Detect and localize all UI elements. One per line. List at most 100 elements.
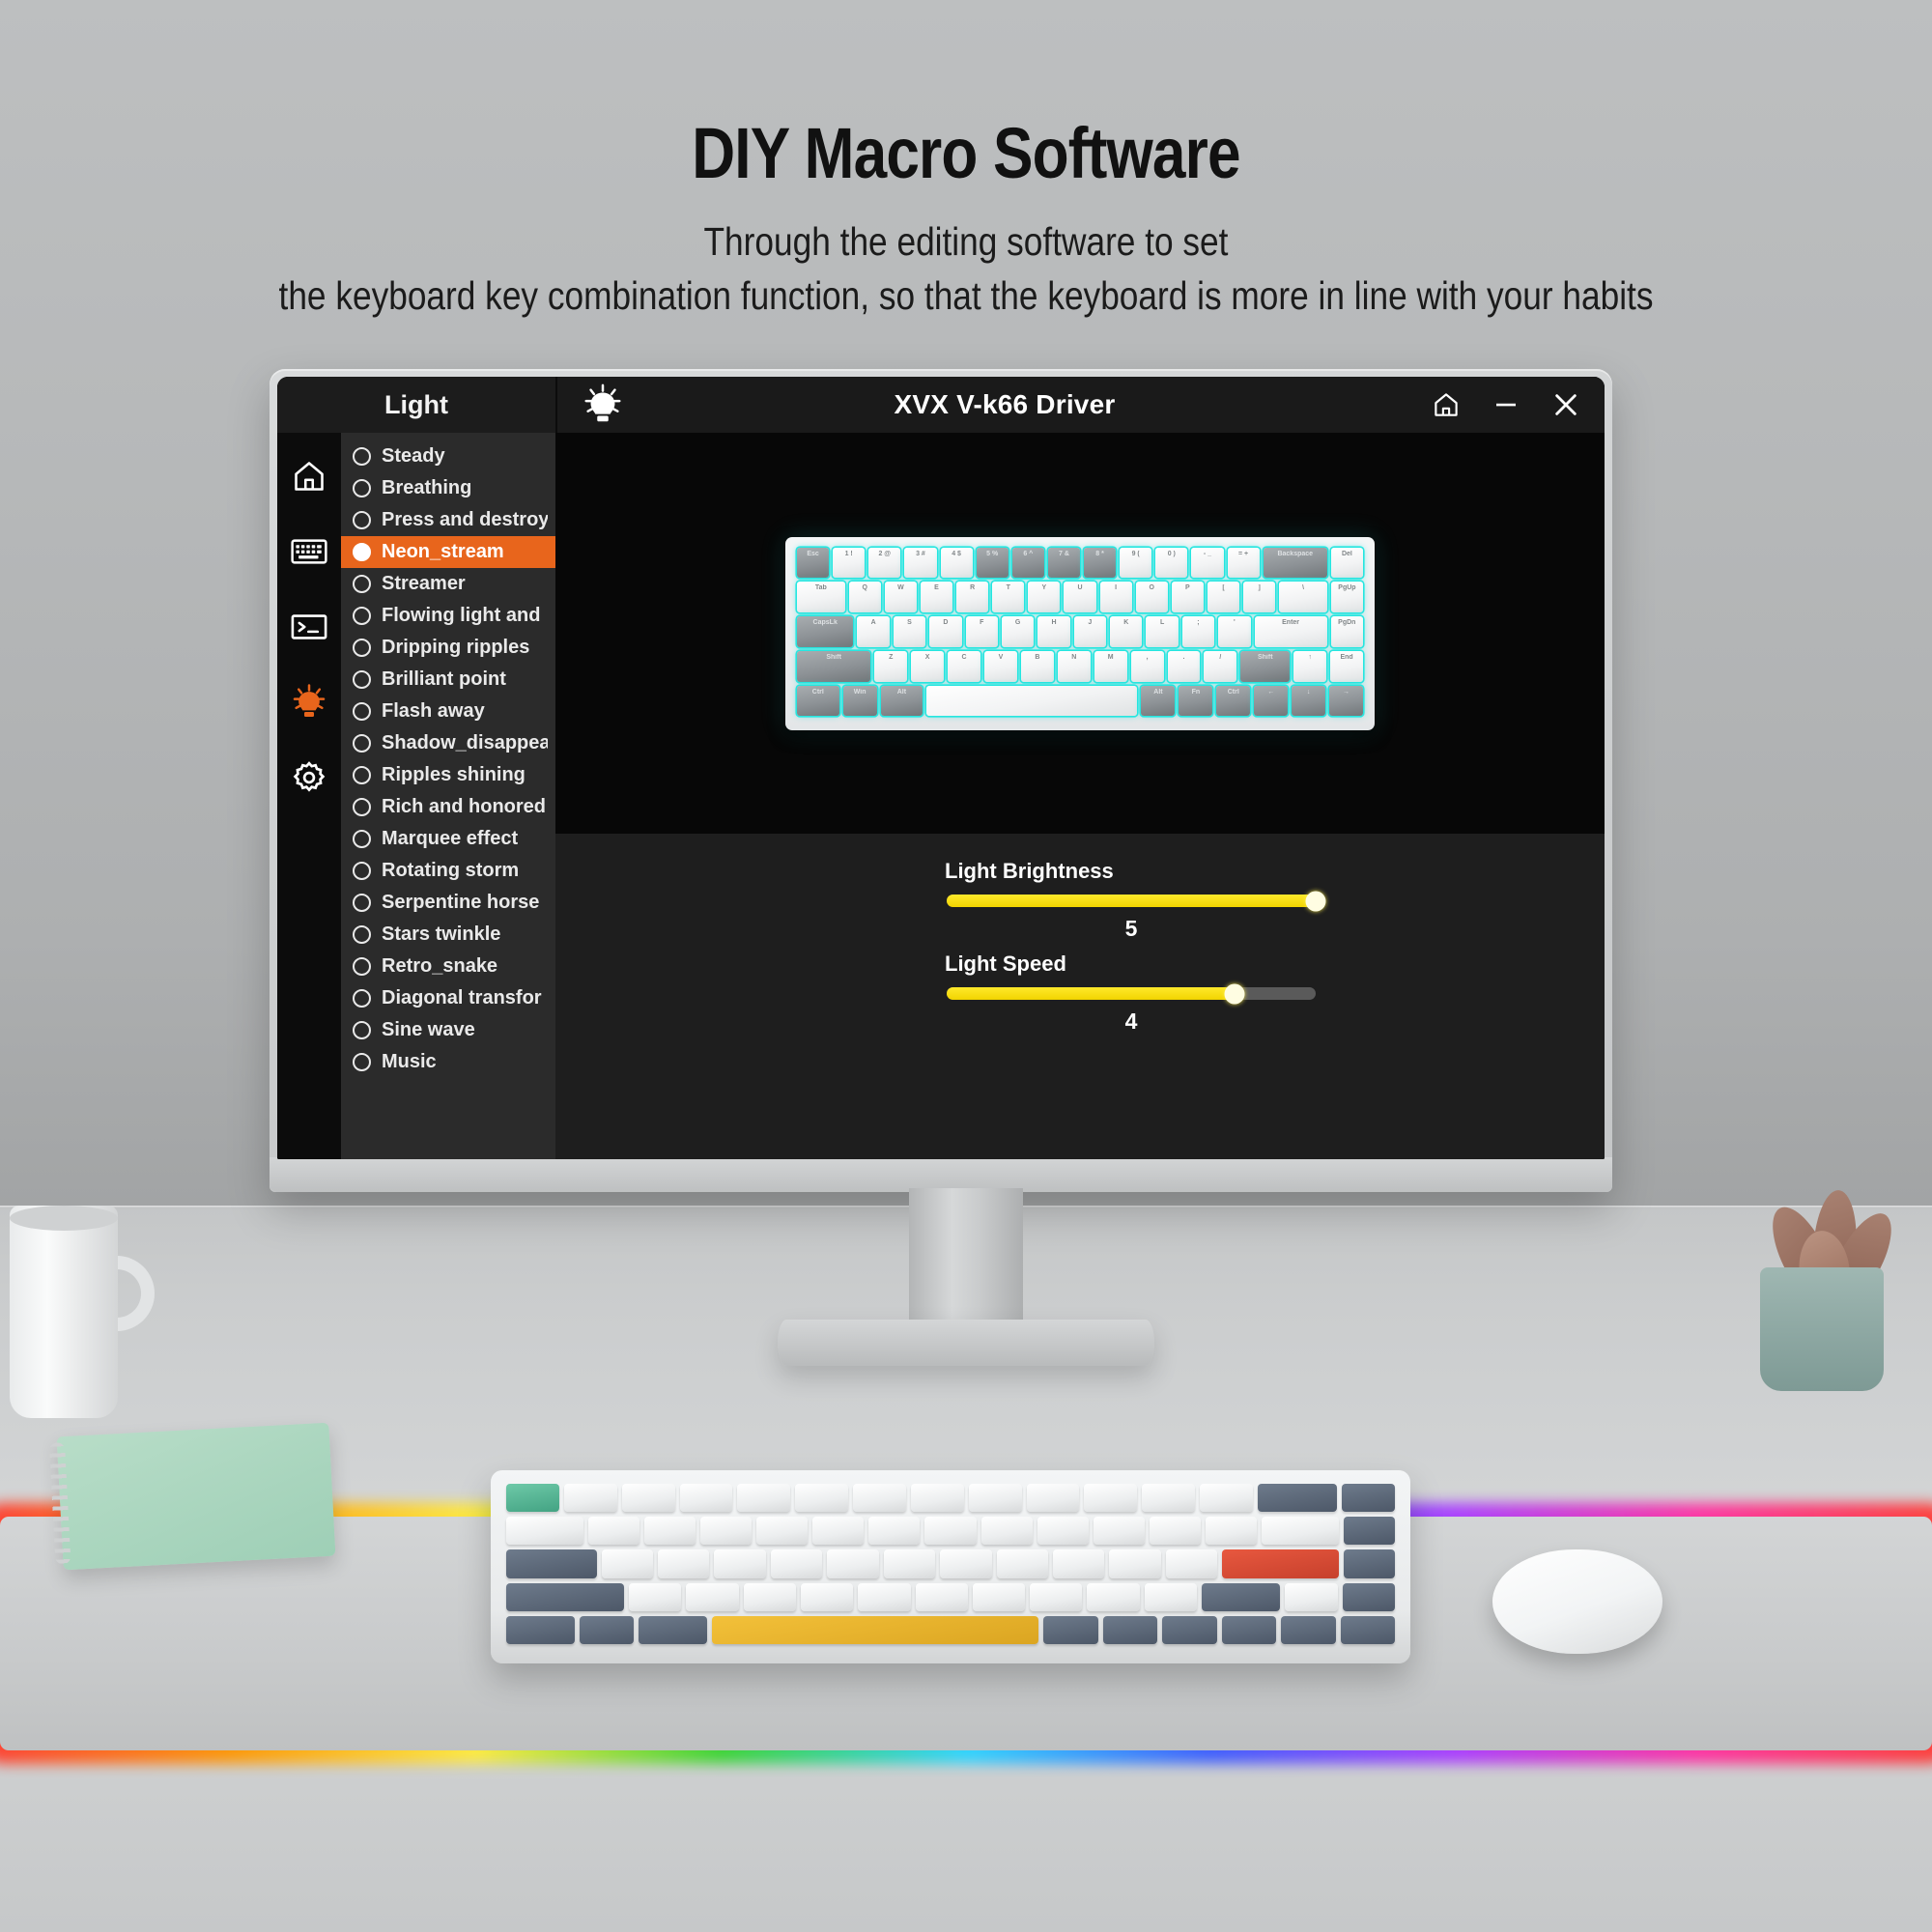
preview-key[interactable]: Del bbox=[1330, 547, 1363, 579]
radio-icon[interactable] bbox=[353, 447, 371, 466]
preview-key[interactable]: U bbox=[1064, 582, 1096, 613]
preview-key[interactable]: / bbox=[1204, 650, 1237, 682]
preview-key[interactable]: \ bbox=[1279, 582, 1327, 613]
preview-key[interactable]: S bbox=[893, 616, 926, 647]
preview-key[interactable]: 3 # bbox=[904, 547, 937, 579]
rail-home[interactable] bbox=[287, 454, 331, 498]
mode-row[interactable]: Diagonal transfor bbox=[341, 982, 555, 1014]
radio-icon[interactable] bbox=[353, 639, 371, 657]
panel-tab-light[interactable]: Light bbox=[277, 377, 555, 433]
preview-key[interactable]: Esc bbox=[797, 547, 830, 579]
preview-key[interactable]: Z bbox=[874, 650, 908, 682]
preview-key[interactable]: ← bbox=[1254, 685, 1289, 717]
preview-key[interactable]: Tab bbox=[797, 582, 845, 613]
preview-key[interactable]: ' bbox=[1218, 616, 1251, 647]
preview-key[interactable]: X bbox=[911, 650, 945, 682]
radio-icon[interactable] bbox=[353, 1053, 371, 1071]
mode-row[interactable]: Streamer bbox=[341, 568, 555, 600]
preview-key[interactable]: Y bbox=[1028, 582, 1061, 613]
preview-key[interactable]: ; bbox=[1181, 616, 1215, 647]
preview-key[interactable]: Ctrl bbox=[797, 685, 839, 717]
mode-row[interactable]: Serpentine horse bbox=[341, 887, 555, 919]
brightness-slider[interactable] bbox=[947, 891, 1326, 911]
radio-icon[interactable] bbox=[353, 543, 371, 561]
rail-light[interactable] bbox=[287, 680, 331, 724]
radio-icon[interactable] bbox=[353, 511, 371, 529]
mode-row[interactable]: Brilliant point bbox=[341, 664, 555, 696]
radio-icon[interactable] bbox=[353, 575, 371, 593]
minimize-button[interactable] bbox=[1489, 387, 1523, 422]
preview-key[interactable] bbox=[926, 685, 1138, 717]
preview-key[interactable]: → bbox=[1329, 685, 1364, 717]
preview-key[interactable]: 1 ! bbox=[833, 547, 866, 579]
preview-key[interactable]: 2 @ bbox=[868, 547, 901, 579]
preview-key[interactable]: Enter bbox=[1254, 616, 1327, 647]
preview-key[interactable]: [ bbox=[1207, 582, 1240, 613]
mode-row[interactable]: Press and destroy bbox=[341, 504, 555, 536]
preview-key[interactable]: PgDn bbox=[1330, 616, 1363, 647]
radio-icon[interactable] bbox=[353, 766, 371, 784]
preview-key[interactable]: CapsLk bbox=[797, 616, 854, 647]
mode-row[interactable]: Rich and honored bbox=[341, 791, 555, 823]
preview-key[interactable]: 8 * bbox=[1084, 547, 1117, 579]
preview-key[interactable]: A bbox=[857, 616, 890, 647]
preview-key[interactable]: G bbox=[1001, 616, 1035, 647]
preview-key[interactable]: ↑ bbox=[1293, 650, 1327, 682]
close-button[interactable] bbox=[1548, 387, 1583, 422]
preview-key[interactable]: 9 ( bbox=[1120, 547, 1152, 579]
mode-row[interactable]: Steady bbox=[341, 440, 555, 472]
radio-icon[interactable] bbox=[353, 925, 371, 944]
preview-key[interactable]: PgUp bbox=[1330, 582, 1363, 613]
preview-key[interactable]: E bbox=[920, 582, 953, 613]
mode-row[interactable]: Rotating storm bbox=[341, 855, 555, 887]
mode-row[interactable]: Stars twinkle bbox=[341, 919, 555, 951]
mode-row[interactable]: Sine wave bbox=[341, 1014, 555, 1046]
radio-icon[interactable] bbox=[353, 830, 371, 848]
preview-key[interactable]: I bbox=[1099, 582, 1132, 613]
rail-keyboard[interactable] bbox=[287, 529, 331, 574]
mode-row[interactable]: Ripples shining bbox=[341, 759, 555, 791]
preview-key[interactable]: F bbox=[965, 616, 998, 647]
preview-key[interactable]: Backspace bbox=[1263, 547, 1327, 579]
mode-row[interactable]: Flowing light and bbox=[341, 600, 555, 632]
preview-key[interactable]: Win bbox=[842, 685, 877, 717]
speed-slider[interactable] bbox=[947, 983, 1316, 1004]
preview-key[interactable]: 5 % bbox=[976, 547, 1009, 579]
home-button[interactable] bbox=[1429, 387, 1463, 422]
preview-key[interactable]: Ctrl bbox=[1216, 685, 1251, 717]
preview-key[interactable]: M bbox=[1094, 650, 1127, 682]
mode-row[interactable]: Retro_snake bbox=[341, 951, 555, 982]
preview-key[interactable]: ↓ bbox=[1292, 685, 1326, 717]
preview-key[interactable]: Alt bbox=[880, 685, 923, 717]
preview-key[interactable]: D bbox=[929, 616, 962, 647]
radio-icon[interactable] bbox=[353, 702, 371, 721]
radio-icon[interactable] bbox=[353, 894, 371, 912]
preview-key[interactable]: B bbox=[1020, 650, 1054, 682]
preview-key[interactable]: Q bbox=[848, 582, 881, 613]
lighting-mode-list[interactable]: Steady Breathing Press and destroy Neon_str… bbox=[341, 433, 555, 1159]
radio-icon[interactable] bbox=[353, 734, 371, 753]
preview-key[interactable]: W bbox=[884, 582, 917, 613]
radio-icon[interactable] bbox=[353, 1021, 371, 1039]
preview-key[interactable]: , bbox=[1130, 650, 1164, 682]
preview-key[interactable]: = + bbox=[1227, 547, 1260, 579]
preview-key[interactable]: End bbox=[1330, 650, 1364, 682]
preview-key[interactable]: R bbox=[956, 582, 989, 613]
preview-key[interactable]: C bbox=[948, 650, 980, 682]
preview-key[interactable]: L bbox=[1146, 616, 1179, 647]
preview-key[interactable]: Fn bbox=[1179, 685, 1213, 717]
radio-icon[interactable] bbox=[353, 798, 371, 816]
mode-row[interactable]: Shadow_disappea bbox=[341, 727, 555, 759]
rail-macro[interactable] bbox=[287, 605, 331, 649]
brightness-slider-knob[interactable] bbox=[1305, 891, 1326, 911]
preview-key[interactable]: O bbox=[1135, 582, 1168, 613]
rail-settings[interactable] bbox=[287, 755, 331, 800]
radio-icon[interactable] bbox=[353, 989, 371, 1008]
preview-key[interactable]: 6 ^ bbox=[1011, 547, 1044, 579]
mode-row[interactable]: Neon_stream bbox=[341, 536, 555, 568]
mode-row[interactable]: Music bbox=[341, 1046, 555, 1078]
radio-icon[interactable] bbox=[353, 607, 371, 625]
preview-key[interactable]: . bbox=[1167, 650, 1201, 682]
mode-row[interactable]: Marquee effect bbox=[341, 823, 555, 855]
preview-key[interactable]: 7 & bbox=[1047, 547, 1080, 579]
